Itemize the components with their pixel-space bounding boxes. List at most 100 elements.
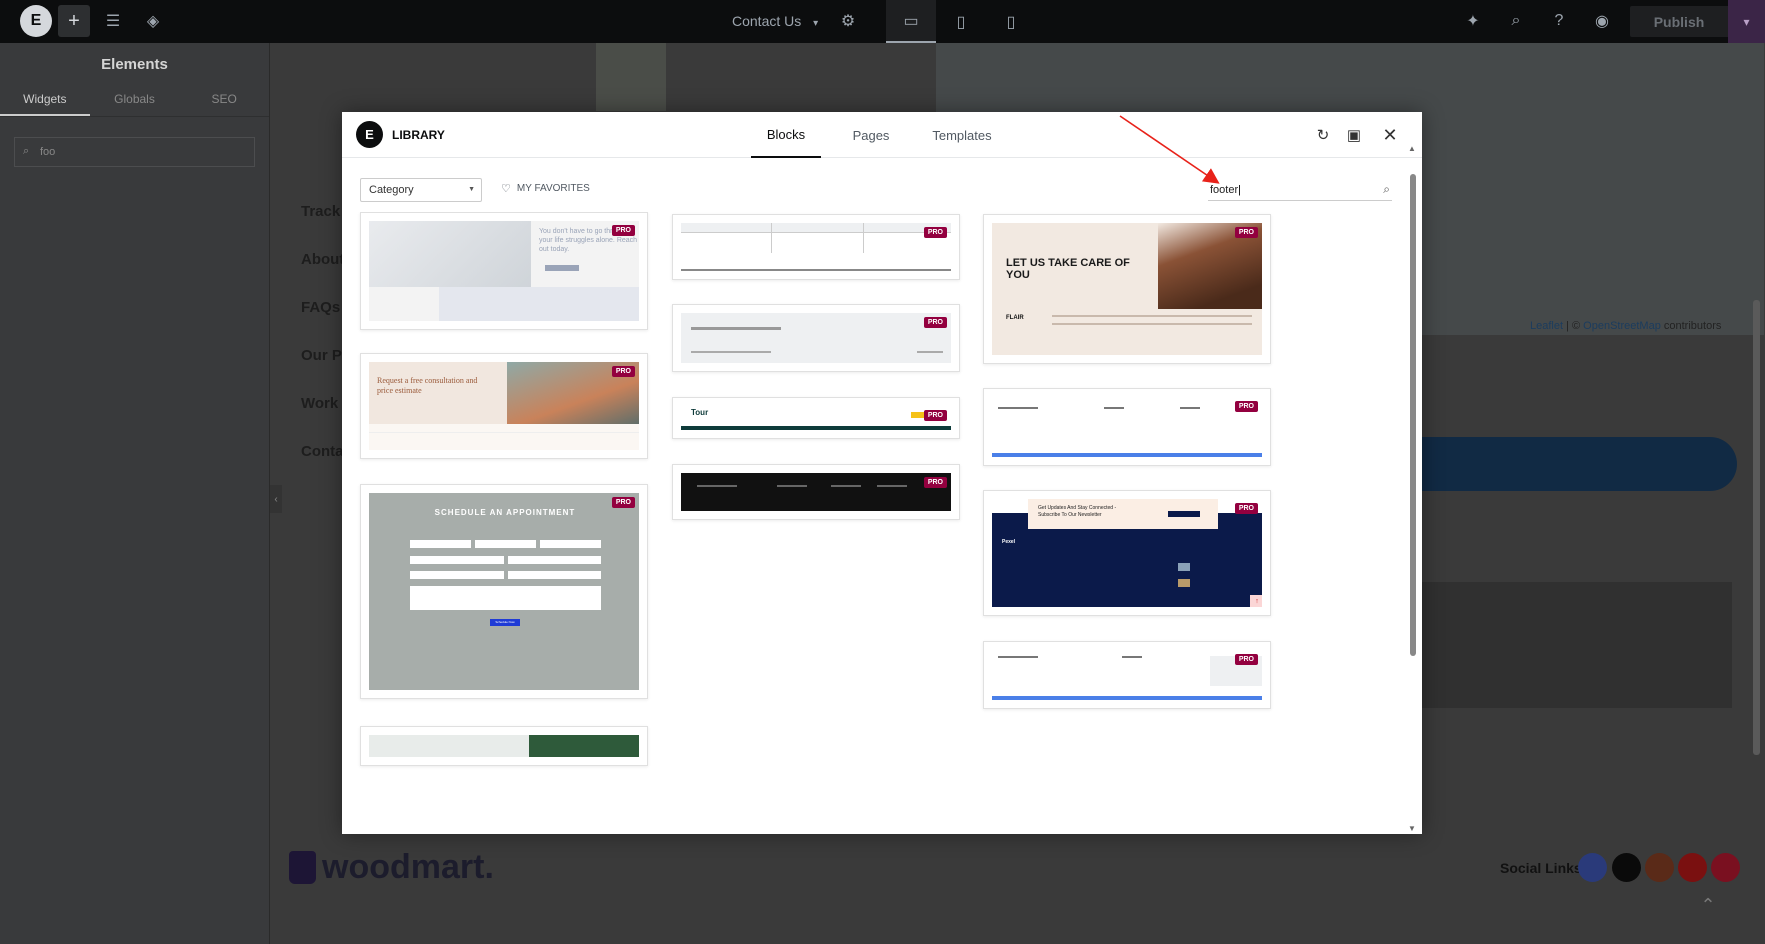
category-select[interactable]: Category ▼: [360, 178, 482, 202]
block-card[interactable]: PRO: [983, 388, 1271, 466]
help-icon[interactable]: ?: [1543, 5, 1575, 37]
pro-badge: PRO: [923, 410, 947, 421]
canvas-nav-item[interactable]: FAQs: [301, 299, 340, 316]
block-thumbnail: [992, 650, 1262, 700]
instagram-icon[interactable]: [1645, 853, 1674, 882]
sync-refresh-icon[interactable]: ↻: [1312, 124, 1334, 146]
map-credit-separator: | ©: [1563, 320, 1584, 332]
search-icon[interactable]: ⌕: [1500, 5, 1532, 37]
widget-search-value: foo: [40, 146, 56, 158]
pro-badge: PRO: [1234, 227, 1258, 238]
category-select-value: Category: [369, 184, 414, 196]
thumb-headline: LET US TAKE CARE OF YOU: [1006, 257, 1130, 281]
tab-globals[interactable]: Globals: [90, 85, 180, 116]
elementor-logo-icon[interactable]: E: [20, 5, 52, 37]
page-title-dropdown[interactable]: Contact Us ▾: [732, 13, 818, 29]
tablet-view-icon[interactable]: ▯: [936, 0, 986, 43]
tab-pages[interactable]: Pages: [836, 112, 906, 158]
publish-options-chevron-icon[interactable]: ▾: [1728, 0, 1765, 43]
pinterest-icon[interactable]: [1711, 853, 1740, 882]
pro-badge: PRO: [923, 317, 947, 328]
block-card[interactable]: PRO: [672, 304, 960, 372]
map-image-left: [596, 43, 666, 111]
block-thumbnail: Get Updates And Stay Connected - Subscri…: [992, 499, 1262, 607]
tab-seo[interactable]: SEO: [179, 85, 269, 116]
canvas-scrollbar[interactable]: [1753, 300, 1760, 755]
block-card[interactable]: PRO: [983, 641, 1271, 709]
block-card[interactable]: [360, 726, 648, 766]
scroll-to-top-chevron-icon[interactable]: ⌃: [1690, 895, 1726, 923]
widget-search-input[interactable]: ⌕ foo: [14, 137, 255, 167]
block-thumbnail: [681, 223, 951, 271]
pro-badge: PRO: [611, 225, 635, 236]
block-card[interactable]: PRO Request a free consultation and pric…: [360, 353, 648, 459]
block-card[interactable]: PRO SCHEDULE AN APPOINTMENT Schedule Now: [360, 484, 648, 699]
blocks-grid: PRO You don't have to go through your li…: [342, 212, 1406, 834]
block-card[interactable]: PRO Tour: [672, 397, 960, 439]
block-card[interactable]: PRO Get Updates And Stay Connected - Sub…: [983, 490, 1271, 616]
scroll-down-arrow-icon[interactable]: ▼: [1408, 824, 1416, 833]
elements-panel: Elements Widgets Globals SEO ⌕ foo: [0, 43, 270, 944]
canvas-content-card: [1412, 582, 1732, 708]
publish-button[interactable]: Publish: [1630, 6, 1728, 37]
tab-widgets[interactable]: Widgets: [0, 85, 90, 116]
page-settings-gear-icon[interactable]: ⚙: [832, 5, 864, 37]
editor-topbar: E + ☰ ◈ Contact Us ▾ ⚙ ▭ ▯ ▯ ✦ ⌕ ? ◉ Pub…: [0, 0, 1765, 43]
leaflet-link[interactable]: Leaflet: [1530, 320, 1563, 332]
save-template-icon[interactable]: ▣: [1343, 124, 1365, 146]
pro-badge: PRO: [923, 227, 947, 238]
shopping-bag-icon: [289, 851, 316, 884]
site-settings-icon[interactable]: ☰: [97, 5, 129, 37]
scroll-up-arrow-icon[interactable]: ▲: [1408, 144, 1416, 153]
canvas-nav-item[interactable]: Conta: [301, 443, 344, 460]
pro-badge: PRO: [1234, 503, 1258, 514]
tab-templates[interactable]: Templates: [910, 112, 1014, 158]
block-thumbnail: [681, 473, 951, 511]
block-card[interactable]: PRO LET US TAKE CARE OF YOU FLAIR: [983, 214, 1271, 364]
youtube-icon[interactable]: [1678, 853, 1707, 882]
page-title-label: Contact Us: [732, 13, 802, 29]
panel-tabs: Widgets Globals SEO: [0, 85, 269, 117]
block-thumbnail: SCHEDULE AN APPOINTMENT Schedule Now: [369, 493, 639, 690]
block-card[interactable]: PRO: [672, 214, 960, 280]
library-search-value: footer: [1210, 184, 1239, 196]
pro-badge: PRO: [611, 497, 635, 508]
add-element-button[interactable]: +: [58, 5, 90, 37]
osm-link[interactable]: OpenStreetMap: [1583, 320, 1661, 332]
desktop-view-icon[interactable]: ▭: [886, 0, 936, 43]
caret-down-icon: ▼: [468, 186, 475, 193]
block-card[interactable]: PRO You don't have to go through your li…: [360, 212, 648, 330]
mobile-view-icon[interactable]: ▯: [986, 0, 1036, 43]
panel-collapse-chevron-icon[interactable]: ‹: [270, 485, 282, 513]
notifications-icon[interactable]: ✦: [1457, 5, 1489, 37]
structure-layers-icon[interactable]: ◈: [137, 5, 169, 37]
x-twitter-icon[interactable]: [1612, 853, 1641, 882]
brand-logo: woodmart.: [289, 848, 494, 887]
heart-icon: ♡: [501, 183, 511, 195]
thumb-headline: Request a free consultation and price es…: [377, 376, 478, 395]
pro-badge: PRO: [611, 366, 635, 377]
canvas-nav-item[interactable]: Track: [301, 203, 340, 220]
tab-blocks[interactable]: Blocks: [751, 112, 821, 158]
canvas-nav-item[interactable]: Our P: [301, 347, 342, 364]
facebook-icon[interactable]: [1578, 853, 1607, 882]
thumb-headline: Get Updates And Stay Connected - Subscri…: [1038, 505, 1117, 518]
block-card[interactable]: PRO: [672, 464, 960, 520]
canvas-nav-item[interactable]: About: [301, 251, 344, 268]
canvas-submit-button[interactable]: [1400, 437, 1737, 491]
canvas-nav-item[interactable]: Work: [301, 395, 338, 412]
library-search-input[interactable]: footer| ⌕: [1208, 179, 1392, 201]
pro-badge: PRO: [1234, 654, 1258, 665]
close-icon[interactable]: ✕: [1379, 124, 1401, 146]
map-attribution: Leaflet | © OpenStreetMap contributors: [1530, 320, 1721, 332]
thumb-button: Schedule Now: [490, 619, 520, 626]
block-thumbnail: LET US TAKE CARE OF YOU FLAIR: [992, 223, 1262, 355]
chevron-down-icon: ▾: [813, 18, 819, 29]
my-favorites-button[interactable]: ♡ MY FAVORITES: [501, 182, 590, 195]
pro-badge: PRO: [923, 477, 947, 488]
library-scrollbar[interactable]: [1410, 174, 1416, 656]
library-title: LIBRARY: [392, 128, 445, 142]
thumb-brand: Pexel: [1002, 539, 1016, 545]
preview-eye-icon[interactable]: ◉: [1586, 5, 1618, 37]
block-thumbnail: Request a free consultation and price es…: [369, 362, 639, 450]
